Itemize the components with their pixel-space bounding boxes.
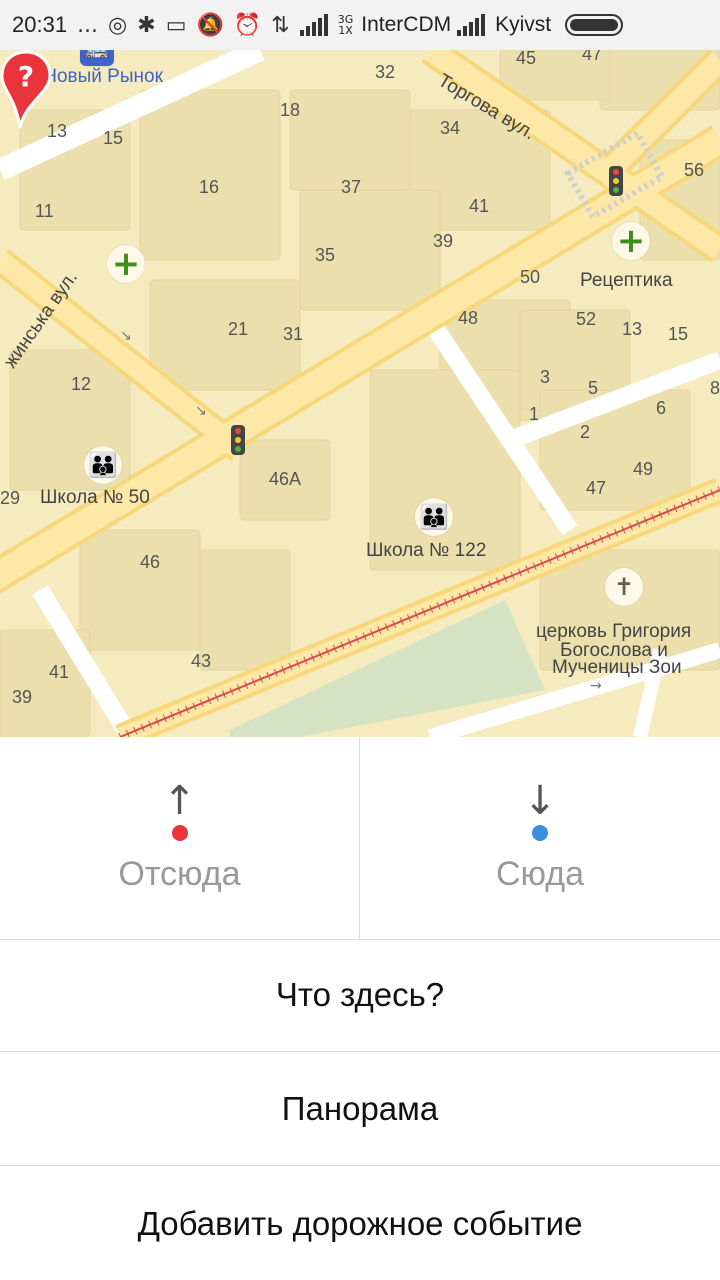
house-number: 48 bbox=[458, 308, 479, 328]
signal-strength-icon-2 bbox=[457, 14, 486, 36]
house-number: 45 bbox=[516, 50, 537, 68]
arrow-up-icon: ↑ bbox=[162, 778, 197, 824]
house-number: 15 bbox=[103, 128, 124, 148]
whats-here-button[interactable]: Что здесь? bbox=[0, 939, 720, 1052]
route-from-label: Отсюда bbox=[118, 855, 241, 893]
house-number: 29 bbox=[0, 488, 21, 508]
church-label-line3[interactable]: Мученицы Зои bbox=[552, 657, 682, 679]
from-marker-dot-icon bbox=[171, 825, 188, 841]
house-number: 49 bbox=[633, 459, 654, 479]
route-from-button[interactable]: ↑ Отсюда bbox=[0, 737, 360, 939]
context-menu-panel: ↑ Отсюда ↓ Сюда Что здесь? Панорама Доба… bbox=[0, 737, 720, 1280]
house-number: 35 bbox=[315, 245, 336, 265]
bluetooth-icon: ✱ bbox=[137, 12, 156, 38]
house-number: 6 bbox=[656, 398, 667, 418]
house-number: 37 bbox=[341, 177, 362, 197]
house-number: 18 bbox=[280, 100, 301, 120]
mute-icon: 🔕 bbox=[196, 12, 224, 38]
house-number: 52 bbox=[576, 309, 597, 329]
route-to-button[interactable]: ↓ Сюда bbox=[360, 737, 720, 939]
arrow-down-icon: ↓ bbox=[523, 778, 557, 824]
map-view[interactable]: ↘ ↘ → Торгова вул. жинська вул. 🚌 АС Нов… bbox=[0, 50, 720, 737]
hotspot-icon: ◎ bbox=[108, 12, 128, 38]
to-marker-dot-icon bbox=[532, 825, 548, 841]
house-number: 21 bbox=[228, 319, 249, 339]
house-number: 13 bbox=[622, 319, 643, 339]
house-number: 16 bbox=[199, 177, 220, 197]
house-number: 12 bbox=[71, 374, 92, 394]
school-icon-122[interactable]: 👪 bbox=[415, 498, 453, 536]
house-number: 34 bbox=[440, 118, 461, 138]
traffic-light-icon-1 bbox=[231, 425, 245, 455]
svg-text:↘: ↘ bbox=[195, 403, 207, 419]
school-icon-50[interactable]: 👪 bbox=[84, 446, 122, 484]
add-road-event-button[interactable]: Добавить дорожное событие bbox=[0, 1167, 720, 1280]
pharmacy-label[interactable]: Рецептика bbox=[580, 270, 673, 292]
house-number: 39 bbox=[12, 687, 33, 707]
svg-text:→: → bbox=[590, 678, 602, 694]
status-bar: 20:31 ... ◎ ✱ ▭ 🔕 ⏰ ⇅ 3G 1X InterCDM Kyi… bbox=[0, 0, 720, 50]
route-direction-row: ↑ Отсюда ↓ Сюда bbox=[0, 737, 720, 940]
house-number: 3 bbox=[540, 367, 551, 387]
carrier-name-2: Kyivst bbox=[495, 13, 552, 36]
selected-point-pin-icon[interactable]: ? bbox=[0, 50, 52, 130]
house-number: 31 bbox=[283, 324, 304, 344]
status-time: 20:31 bbox=[12, 12, 68, 37]
house-number: 39 bbox=[433, 231, 454, 251]
house-number: 5 bbox=[588, 378, 599, 398]
network-type: 3G 1X bbox=[338, 14, 354, 36]
house-number: 46 bbox=[140, 552, 161, 572]
house-number: 2 bbox=[580, 422, 591, 442]
route-to-label: Сюда bbox=[495, 855, 585, 893]
pharmacy-icon-1[interactable]: + bbox=[107, 244, 145, 284]
carrier-name-1: InterCDM bbox=[361, 13, 452, 36]
school-label-122[interactable]: Школа № 122 bbox=[366, 540, 486, 562]
house-number: 8 bbox=[710, 378, 720, 398]
house-number: 47 bbox=[582, 50, 603, 64]
traffic-light-icon-2 bbox=[609, 166, 623, 196]
house-number: 47 bbox=[586, 478, 607, 498]
house-number: 56 bbox=[684, 160, 705, 180]
house-number: 41 bbox=[469, 196, 490, 216]
school-label-50[interactable]: Школа № 50 bbox=[40, 487, 150, 509]
house-number: 46А bbox=[269, 469, 302, 489]
house-number: 32 bbox=[375, 62, 396, 82]
house-number: 1 bbox=[529, 404, 540, 424]
signal-strength-icon bbox=[299, 14, 328, 36]
svg-text:?: ? bbox=[18, 60, 34, 93]
vibrate-icon: ▭ bbox=[165, 12, 187, 38]
house-number: 43 bbox=[191, 651, 212, 671]
battery-icon bbox=[565, 14, 624, 36]
panorama-button[interactable]: Панорама bbox=[0, 1053, 720, 1166]
data-transfer-icon: ⇅ bbox=[271, 12, 290, 38]
alarm-icon: ⏰ bbox=[233, 12, 262, 38]
svg-text:↘: ↘ bbox=[120, 328, 132, 344]
house-number: 11 bbox=[35, 201, 54, 221]
bus-stop-icon[interactable]: 🚌 bbox=[80, 50, 114, 66]
church-icon[interactable]: ✝ bbox=[605, 568, 643, 606]
pharmacy-icon-2[interactable]: + bbox=[612, 221, 650, 261]
house-number: 41 bbox=[49, 662, 70, 682]
house-number: 15 bbox=[668, 324, 689, 344]
house-number: 50 bbox=[520, 267, 541, 287]
more-notifications-icon: ... bbox=[77, 12, 99, 38]
network-type-bottom: 1X bbox=[338, 24, 353, 37]
